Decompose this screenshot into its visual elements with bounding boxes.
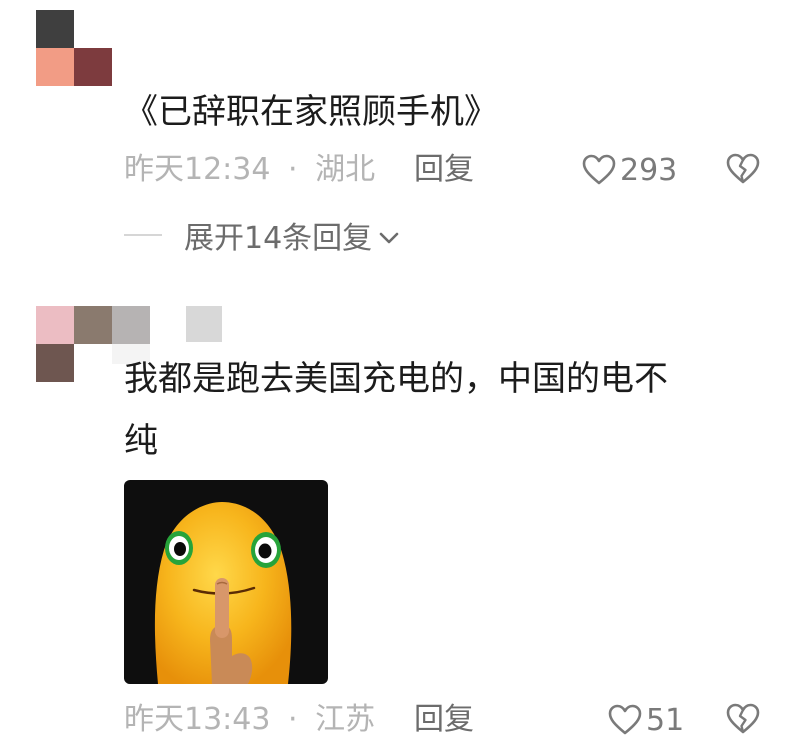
shush-blob-character-icon xyxy=(154,502,292,684)
meta-separator: · xyxy=(288,702,298,737)
comment-location: 湖北 xyxy=(315,152,376,187)
comment-text: 《已辞职在家照顾手机》 xyxy=(124,92,498,132)
chevron-down-icon xyxy=(378,218,400,253)
reply-button[interactable]: 回复 xyxy=(414,700,474,740)
comment-location: 江苏 xyxy=(315,702,376,737)
comment-meta: 昨天12:34 · 湖北 xyxy=(124,150,375,190)
heart-outline-icon xyxy=(582,154,616,186)
like-button[interactable]: 293 xyxy=(582,150,677,190)
expand-replies-button[interactable]: 展开14条回复 xyxy=(124,215,400,256)
like-count: 51 xyxy=(646,702,685,738)
expand-replies-label: 展开14条回复 xyxy=(184,221,373,256)
comment-text-line-2: 纯 xyxy=(124,421,158,461)
broken-heart-icon xyxy=(726,153,760,189)
like-button[interactable]: 51 xyxy=(608,700,684,740)
meta-separator: · xyxy=(288,152,298,187)
heart-outline-icon xyxy=(608,704,642,736)
comment-time: 昨天12:34 xyxy=(124,152,271,187)
sticker-image[interactable] xyxy=(124,480,328,684)
comment-meta: 昨天13:43 · 江苏 xyxy=(124,700,375,740)
dislike-button[interactable] xyxy=(726,703,760,737)
comment-time: 昨天13:43 xyxy=(124,702,271,737)
dislike-button[interactable] xyxy=(726,153,760,187)
broken-heart-icon xyxy=(726,703,760,739)
comment-text-line-1: 我都是跑去美国充电的，中国的电不 xyxy=(124,359,668,399)
avatar[interactable] xyxy=(36,10,112,86)
reply-button[interactable]: 回复 xyxy=(414,150,474,190)
like-count: 293 xyxy=(620,152,678,188)
divider xyxy=(124,234,162,236)
